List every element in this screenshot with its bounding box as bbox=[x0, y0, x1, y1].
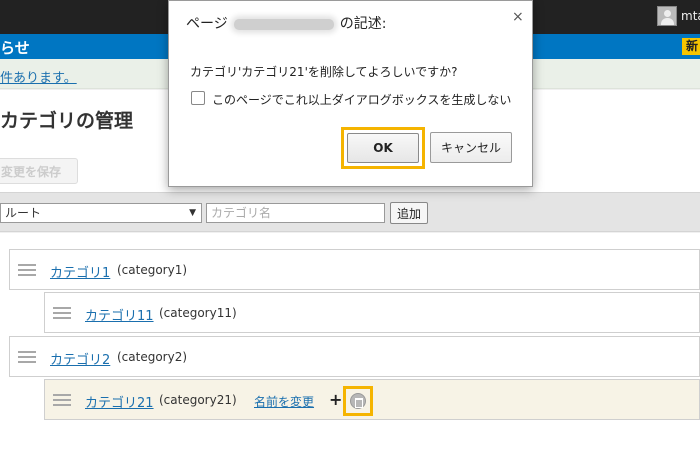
notice-link[interactable]: 件あります。 bbox=[0, 67, 77, 86]
rename-link[interactable]: 名前を変更 bbox=[254, 393, 314, 410]
delete-button-highlight[interactable] bbox=[343, 386, 373, 416]
new-button[interactable]: 新 bbox=[682, 38, 700, 55]
category-code: (category2) bbox=[117, 350, 188, 364]
section-title: らせ bbox=[0, 39, 30, 57]
category-link[interactable]: カテゴリ2 bbox=[50, 349, 110, 368]
tree-row-category21[interactable]: カテゴリ21 (category21) 名前を変更 + bbox=[44, 379, 700, 420]
close-icon[interactable]: × bbox=[512, 9, 524, 25]
category-link[interactable]: カテゴリ11 bbox=[85, 305, 154, 324]
blurred-host bbox=[233, 18, 334, 30]
user-avatar-icon[interactable] bbox=[657, 6, 677, 26]
add-child-button[interactable]: + bbox=[329, 390, 342, 409]
category-name-input[interactable] bbox=[206, 203, 385, 223]
drag-handle-icon[interactable] bbox=[53, 394, 71, 406]
drag-handle-icon[interactable] bbox=[53, 307, 71, 319]
ok-button[interactable]: OK bbox=[347, 133, 419, 163]
category-code: (category1) bbox=[117, 263, 188, 277]
tree-row-category11[interactable]: カテゴリ11 (category11) bbox=[44, 292, 700, 333]
dialog-title-suffix: の記述: bbox=[339, 16, 387, 32]
page-title: カテゴリの管理 bbox=[0, 110, 134, 132]
category-code: (category21) bbox=[159, 393, 237, 407]
parent-category-value: ルート bbox=[5, 206, 42, 220]
drag-handle-icon[interactable] bbox=[18, 264, 36, 276]
cancel-button[interactable]: キャンセル bbox=[430, 132, 512, 163]
parent-category-select[interactable]: ルート ▼ bbox=[0, 203, 202, 223]
category-code: (category11) bbox=[159, 306, 237, 320]
tree-row-category1[interactable]: カテゴリ1 (category1) bbox=[9, 249, 700, 290]
dialog-message: カテゴリ'カテゴリ21'を削除してよろしいですか? bbox=[190, 65, 458, 79]
category-link[interactable]: カテゴリ1 bbox=[50, 262, 110, 281]
dialog-title: ページ の記述: bbox=[186, 13, 386, 33]
confirm-dialog: ページ の記述: × カテゴリ'カテゴリ21'を削除してよろしいですか? このペー… bbox=[168, 0, 533, 187]
add-category-button[interactable]: 追加 bbox=[390, 202, 428, 224]
trash-icon[interactable] bbox=[350, 393, 366, 409]
category-link[interactable]: カテゴリ21 bbox=[85, 392, 154, 411]
suppress-dialogs-label[interactable]: このページでこれ以上ダイアログボックスを生成しない bbox=[212, 91, 511, 108]
dialog-title-prefix: ページ bbox=[186, 16, 228, 32]
suppress-dialogs-checkbox[interactable] bbox=[191, 91, 205, 105]
category-tree: カテゴリ1 (category1) カテゴリ11 (category11) カテ… bbox=[0, 233, 700, 450]
chevron-down-icon: ▼ bbox=[189, 208, 196, 218]
filter-bar: ルート ▼ 追加 bbox=[0, 192, 700, 232]
drag-handle-icon[interactable] bbox=[18, 351, 36, 363]
tree-row-category2[interactable]: カテゴリ2 (category2) bbox=[9, 336, 700, 377]
save-changes-button[interactable]: 変更を保存 bbox=[0, 158, 78, 184]
user-name[interactable]: mta bbox=[681, 9, 700, 23]
ok-button-highlight: OK bbox=[341, 127, 425, 169]
